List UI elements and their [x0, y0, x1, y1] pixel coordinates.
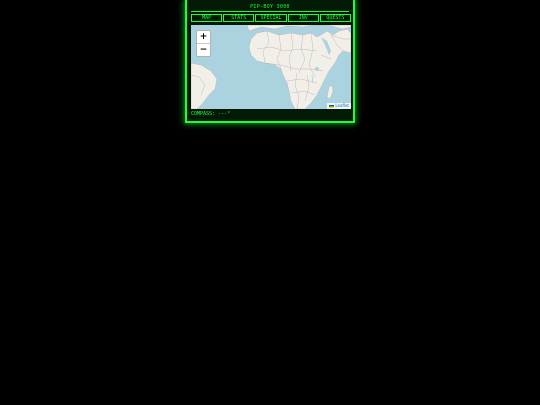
zoom-control: + −	[196, 30, 211, 57]
map-attribution: Leaflet	[327, 103, 351, 109]
app-title: PIP-BOY 3000	[250, 4, 290, 10]
compass-value: ---°	[218, 111, 231, 117]
ukraine-flag-icon	[329, 104, 335, 108]
title-divider	[191, 11, 349, 12]
tab-quests[interactable]: QUESTS	[319, 14, 352, 22]
compass-label: COMPASS:	[191, 111, 216, 117]
zoom-out-button[interactable]: −	[197, 43, 210, 56]
attribution-link[interactable]: Leaflet	[335, 103, 349, 109]
lake-victoria	[314, 67, 320, 71]
tab-stats[interactable]: STATS	[223, 14, 255, 22]
compass-readout: COMPASS: ---°	[191, 111, 230, 117]
zoom-in-button[interactable]: +	[197, 31, 210, 43]
tab-bar: MAP STATS SPECIAL INV QUESTS	[191, 14, 352, 22]
map-tiles	[191, 25, 351, 109]
tab-map[interactable]: MAP	[191, 14, 223, 22]
pipboy-window: PIP-BOY 3000 MAP STATS SPECIAL INV QUEST…	[185, 0, 355, 123]
tab-special[interactable]: SPECIAL	[255, 14, 287, 22]
map-view[interactable]: + − Leaflet	[191, 25, 351, 109]
land-europe	[246, 25, 351, 32]
land-south-america	[191, 62, 218, 109]
tab-inv[interactable]: INV	[287, 14, 319, 22]
land-madagascar	[326, 84, 334, 100]
